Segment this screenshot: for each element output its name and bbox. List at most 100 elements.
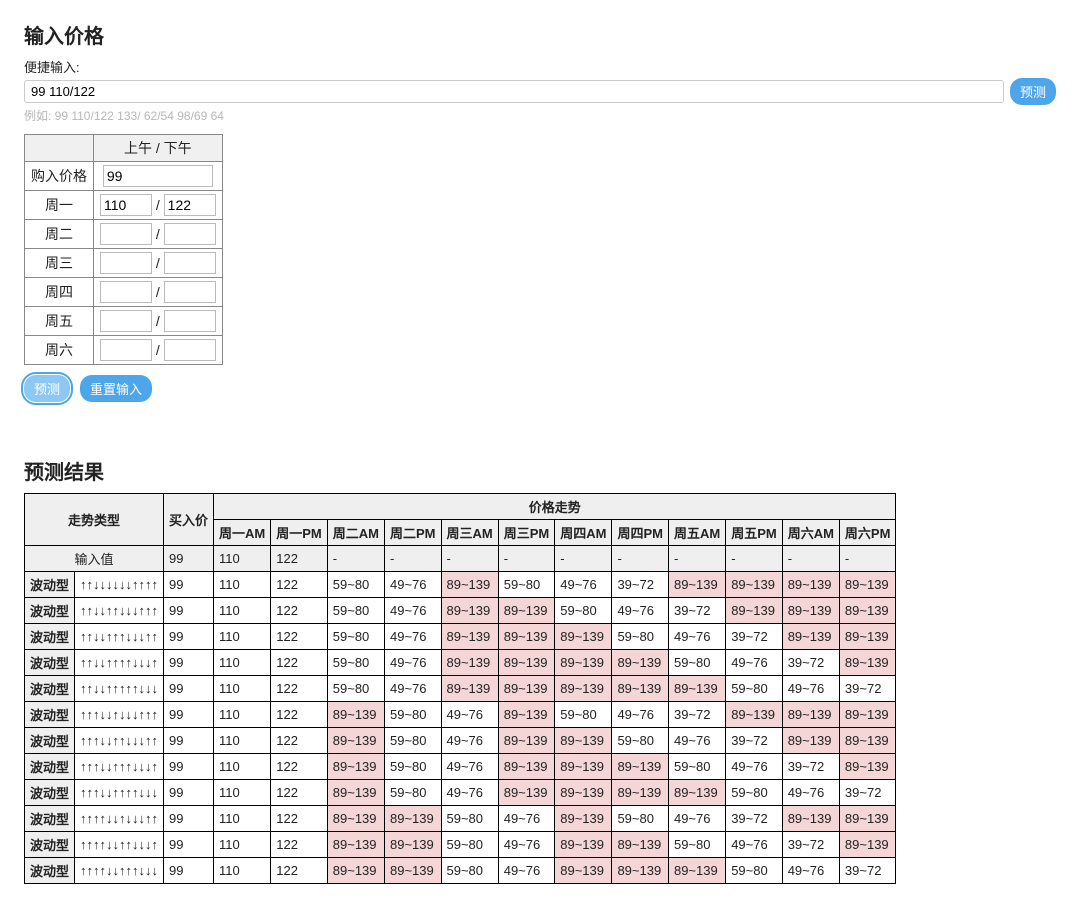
- row-cell: 49~76: [384, 650, 441, 676]
- row-cell: 49~76: [612, 702, 669, 728]
- row-cell: 59~80: [327, 572, 384, 598]
- row-cell: 49~76: [384, 598, 441, 624]
- result-table: 走势类型 买入价 价格走势 周一AM周一PM周二AM周二PM周三AM周三PM周四…: [24, 493, 896, 884]
- day-pm-input[interactable]: [164, 223, 216, 245]
- row-cell: 89~139: [555, 858, 612, 884]
- row-cell: 59~80: [384, 728, 441, 754]
- row-cell: 49~76: [384, 676, 441, 702]
- row-cell: 89~139: [726, 572, 783, 598]
- input-row-cell: -: [555, 546, 612, 572]
- row-cell: 89~139: [327, 702, 384, 728]
- row-cell: 89~139: [441, 676, 498, 702]
- row-cell: 89~139: [441, 572, 498, 598]
- row-cell: 89~139: [782, 572, 839, 598]
- row-cell: 59~80: [612, 806, 669, 832]
- buy-price-input[interactable]: [103, 165, 213, 187]
- predict-button[interactable]: 预测: [24, 375, 70, 402]
- day-am-input[interactable]: [100, 194, 152, 216]
- th-day-col: 周四AM: [555, 520, 612, 546]
- row-cell: 39~72: [782, 650, 839, 676]
- th-day-col: 周五AM: [668, 520, 725, 546]
- row-cell: 89~139: [555, 728, 612, 754]
- row-cell: 89~139: [612, 832, 669, 858]
- row-cell: 122: [271, 780, 328, 806]
- row-cell: 89~139: [839, 728, 896, 754]
- day-pm-input[interactable]: [164, 281, 216, 303]
- th-trend-type: 走势类型: [25, 494, 164, 546]
- row-arrows: ↑↑↓↓↓↓↓↓↑↑↑↑: [75, 572, 164, 598]
- row-cell: 110: [214, 728, 271, 754]
- price-input-table: 上午 / 下午 购入价格 周一 / 周二 / 周三 / 周四 / 周五 / 周六…: [24, 134, 223, 365]
- th-day-col: 周二PM: [384, 520, 441, 546]
- row-cell: 39~72: [726, 806, 783, 832]
- day-pm-input[interactable]: [164, 194, 216, 216]
- day-label: 周二: [25, 220, 94, 249]
- th-buy-price: 买入价: [164, 494, 214, 546]
- day-label: 周五: [25, 307, 94, 336]
- row-cell: 110: [214, 858, 271, 884]
- day-pm-input[interactable]: [164, 252, 216, 274]
- quick-input-label: 便捷输入:: [24, 57, 1056, 76]
- row-cell: 59~80: [498, 572, 555, 598]
- row-cell: 89~139: [612, 780, 669, 806]
- row-type: 波动型: [25, 598, 75, 624]
- reset-button[interactable]: 重置输入: [80, 375, 152, 402]
- row-cell: 59~80: [327, 598, 384, 624]
- row-cell: 122: [271, 728, 328, 754]
- input-row-cell: -: [612, 546, 669, 572]
- row-cell: 110: [214, 650, 271, 676]
- input-row-label: 输入值: [25, 546, 164, 572]
- row-cell: 49~76: [668, 806, 725, 832]
- row-cell: 110: [214, 598, 271, 624]
- row-cell: 89~139: [839, 598, 896, 624]
- row-cell: 89~139: [839, 702, 896, 728]
- row-buy: 99: [164, 780, 214, 806]
- row-cell: 59~80: [612, 624, 669, 650]
- row-cell: 39~72: [839, 858, 896, 884]
- row-cell: 39~72: [612, 572, 669, 598]
- row-cell: 89~139: [612, 754, 669, 780]
- day-pm-input[interactable]: [164, 310, 216, 332]
- row-cell: 89~139: [384, 806, 441, 832]
- row-cell: 49~76: [555, 572, 612, 598]
- row-cell: 110: [214, 624, 271, 650]
- row-cell: 89~139: [498, 702, 555, 728]
- row-cell: 89~139: [839, 624, 896, 650]
- row-cell: 89~139: [498, 676, 555, 702]
- row-cell: 89~139: [441, 598, 498, 624]
- row-cell: 122: [271, 572, 328, 598]
- quick-input[interactable]: [24, 80, 1004, 103]
- row-buy: 99: [164, 598, 214, 624]
- row-cell: 89~139: [384, 832, 441, 858]
- row-cell: 110: [214, 832, 271, 858]
- predict-button-top[interactable]: 预测: [1010, 78, 1056, 105]
- row-cell: 49~76: [384, 624, 441, 650]
- row-buy: 99: [164, 702, 214, 728]
- row-cell: 59~80: [441, 832, 498, 858]
- row-cell: 89~139: [384, 858, 441, 884]
- row-cell: 89~139: [782, 598, 839, 624]
- day-am-input[interactable]: [100, 310, 152, 332]
- day-pm-input[interactable]: [164, 339, 216, 361]
- row-cell: 89~139: [555, 754, 612, 780]
- day-am-input[interactable]: [100, 252, 152, 274]
- row-cell: 39~72: [668, 702, 725, 728]
- row-cell: 49~76: [782, 676, 839, 702]
- day-am-input[interactable]: [100, 339, 152, 361]
- row-arrows: ↑↑↑↑↓↓↑↓↓↓↑↑: [75, 806, 164, 832]
- input-row-cell: -: [668, 546, 725, 572]
- row-cell: 89~139: [498, 650, 555, 676]
- th-day-col: 周三AM: [441, 520, 498, 546]
- row-cell: 49~76: [668, 728, 725, 754]
- row-type: 波动型: [25, 650, 75, 676]
- row-buy: 99: [164, 858, 214, 884]
- day-am-input[interactable]: [100, 223, 152, 245]
- row-type: 波动型: [25, 754, 75, 780]
- row-cell: 49~76: [441, 754, 498, 780]
- row-cell: 59~80: [726, 858, 783, 884]
- day-am-input[interactable]: [100, 281, 152, 303]
- row-cell: 110: [214, 806, 271, 832]
- row-buy: 99: [164, 832, 214, 858]
- row-cell: 39~72: [726, 624, 783, 650]
- row-cell: 89~139: [327, 806, 384, 832]
